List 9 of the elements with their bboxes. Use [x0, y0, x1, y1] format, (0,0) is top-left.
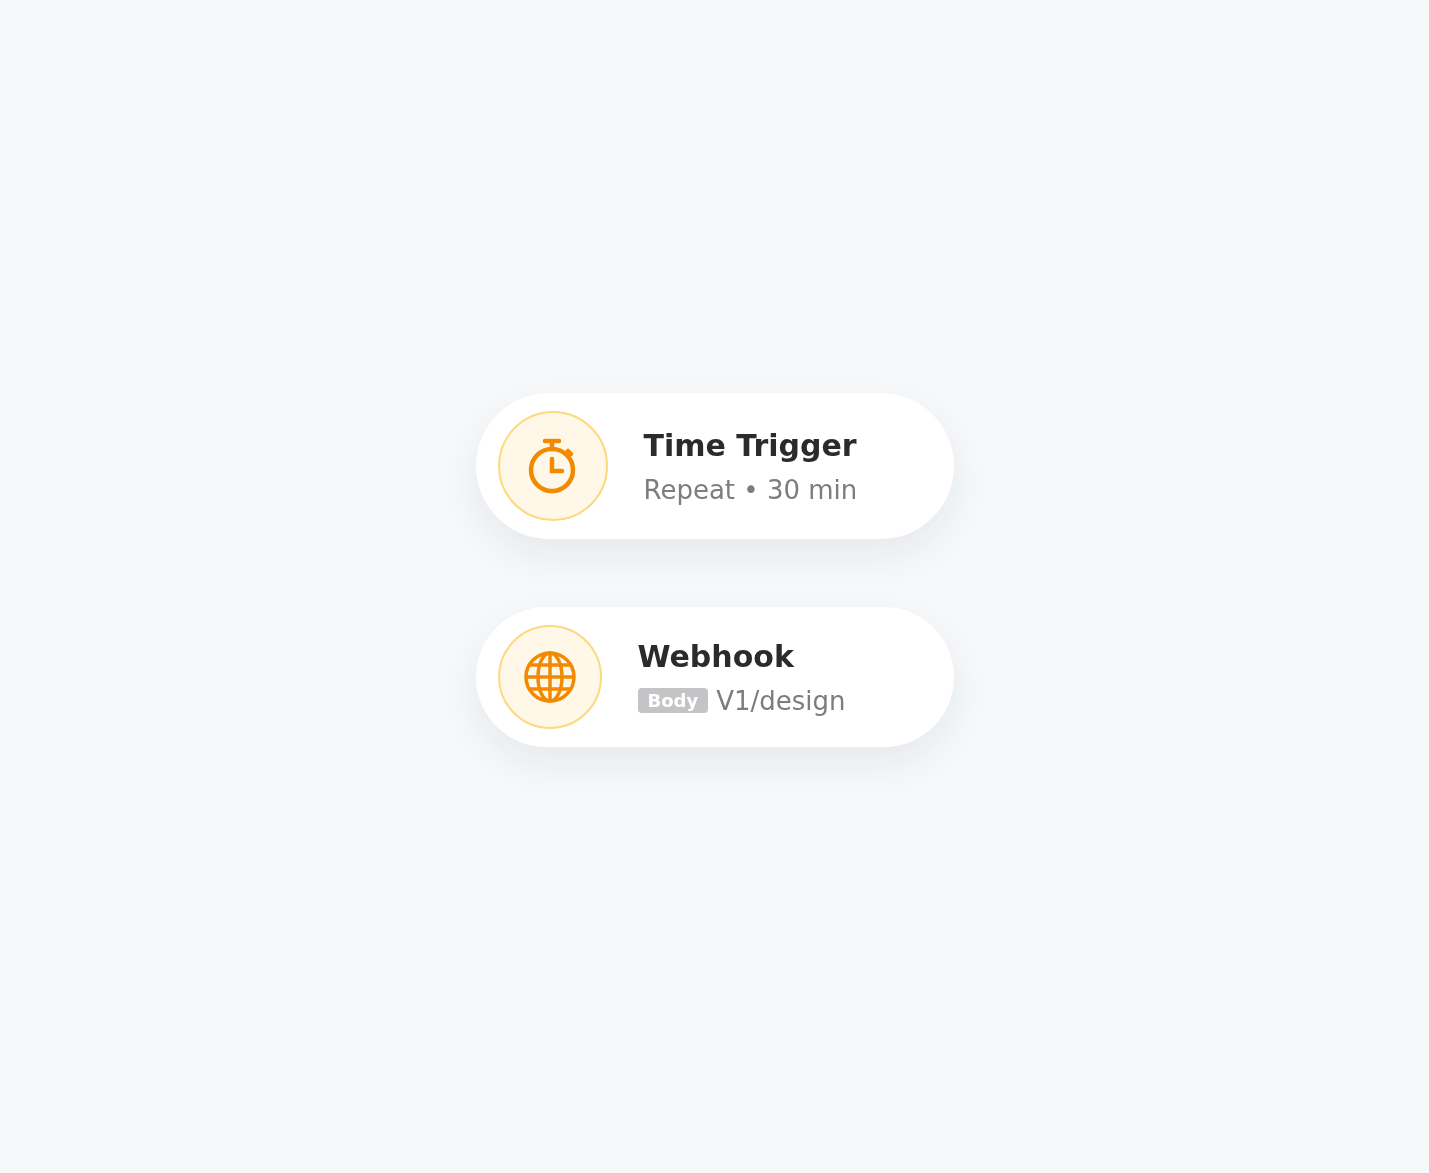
- trigger-card[interactable]: Time Trigger Repeat • 30 min: [475, 393, 954, 539]
- trigger-subtitle: V1/design: [716, 685, 846, 716]
- trigger-title: Webhook: [637, 638, 795, 674]
- stopwatch-icon: [527, 437, 578, 495]
- trigger-card[interactable]: Webhook Body V1/design: [475, 607, 954, 747]
- trigger-title: Time Trigger: [643, 427, 858, 463]
- body-tag: Body: [637, 688, 709, 713]
- trigger-subtitle: Repeat • 30 min: [643, 474, 858, 505]
- globe-icon: [522, 650, 577, 704]
